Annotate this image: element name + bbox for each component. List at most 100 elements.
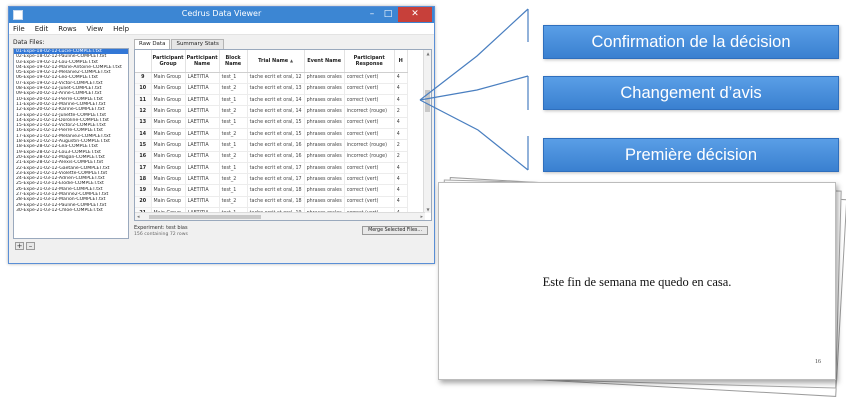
table-row[interactable]: 18 Main Group LAETITIA test_2 tache ecrit et… — [135, 173, 408, 186]
table-row[interactable]: 19 Main Group LAETITIA test_1 tache ecrit et… — [135, 184, 408, 197]
close-button[interactable]: ✕ — [398, 7, 432, 22]
table-cell: Main Group — [151, 105, 186, 118]
vertical-scrollbar[interactable]: ▲ ▼ — [423, 50, 431, 213]
column-header[interactable]: Trial Name ▲ — [247, 50, 305, 73]
table-cell: phrases orales — [304, 151, 345, 163]
table-cell: tache ecrit et oral, 17 — [247, 173, 305, 186]
table-cell: phrases orales — [304, 162, 345, 175]
row-number: 13 — [135, 117, 152, 129]
table-cell: tache ecrit et oral, 16 — [247, 151, 305, 163]
menu-help[interactable]: Help — [113, 23, 129, 34]
menu-bar: File Edit Rows View Help — [9, 23, 434, 35]
table-row[interactable]: 10 Main Group LAETITIA test_2 tache ecrit et… — [135, 83, 408, 96]
menu-view[interactable]: View — [87, 23, 104, 34]
table-cell: 4 — [394, 184, 408, 197]
table-cell: test_2 — [219, 151, 248, 163]
row-number: 19 — [135, 184, 152, 197]
table-cell: Main Group — [151, 139, 186, 152]
table-cell: Main Group — [151, 117, 186, 129]
table-cell: 2 — [394, 139, 408, 152]
row-number: 12 — [135, 105, 152, 118]
table-cell: test_1 — [219, 94, 248, 107]
table-row[interactable]: 9 Main Group LAETITIA test_1 tache ecrit et … — [135, 72, 408, 84]
table-cell: correct (vert) — [344, 94, 395, 107]
column-header[interactable]: Block Name — [219, 50, 248, 73]
column-header[interactable]: Participant Name — [185, 50, 220, 73]
scroll-right-icon[interactable]: ▸ — [420, 213, 423, 220]
add-file-button[interactable]: + — [15, 242, 24, 250]
table-cell: incorrect (rouge) — [344, 151, 395, 163]
tab-raw-data[interactable]: Raw Data — [134, 39, 171, 49]
minimize-button[interactable]: – — [364, 7, 380, 22]
menu-file[interactable]: File — [13, 23, 25, 34]
table-cell: correct (vert) — [344, 117, 395, 129]
table-cell: 4 — [394, 94, 408, 107]
column-header[interactable]: H — [394, 50, 408, 73]
table-row[interactable]: 14 Main Group LAETITIA test_2 tache ecrit et… — [135, 128, 408, 141]
table-cell: tache ecrit et oral, 14 — [247, 94, 305, 107]
row-number: 16 — [135, 151, 152, 163]
table-cell: phrases orales — [304, 72, 345, 84]
horizontal-scroll-thumb[interactable] — [149, 215, 261, 219]
table-cell: test_2 — [219, 196, 248, 209]
table-cell: tache ecrit et oral, 16 — [247, 139, 305, 152]
callout-line-premiere — [419, 99, 529, 171]
label-confirmation: Confirmation de la décision — [543, 25, 839, 59]
table-row[interactable]: 11 Main Group LAETITIA test_1 tache ecrit et… — [135, 94, 408, 107]
table-row[interactable]: 16 Main Group LAETITIA test_2 tache ecrit et… — [135, 151, 408, 163]
vertical-scroll-thumb[interactable] — [425, 90, 430, 112]
table-cell: test_1 — [219, 139, 248, 152]
table-cell: correct (vert) — [344, 184, 395, 197]
table-row[interactable]: 15 Main Group LAETITIA test_1 tache ecrit et… — [135, 139, 408, 152]
column-header[interactable]: Participant Response — [344, 50, 395, 73]
table-cell: correct (vert) — [344, 72, 395, 84]
file-list-item[interactable]: 30-Expe-21-03-12-Chloe-COMPLET.txt — [14, 208, 128, 213]
table-cell: LAETITIA — [185, 184, 220, 197]
merge-files-button[interactable]: Merge Selected Files... — [362, 226, 428, 235]
table-cell: tache ecrit et oral, 17 — [247, 162, 305, 175]
table-cell: phrases orales — [304, 83, 345, 96]
table-cell: Main Group — [151, 83, 186, 96]
table-row[interactable]: 20 Main Group LAETITIA test_2 tache ecrit et… — [135, 196, 408, 209]
row-number: 10 — [135, 83, 152, 96]
tab-summary-stats[interactable]: Summary Stats — [171, 39, 224, 49]
row-number: 9 — [135, 72, 152, 84]
table-cell: test_2 — [219, 173, 248, 186]
maximize-button[interactable]: □ — [380, 7, 396, 22]
table-cell: phrases orales — [304, 184, 345, 197]
scroll-down-icon[interactable]: ▼ — [424, 207, 431, 212]
table-cell: 4 — [394, 117, 408, 129]
scroll-left-icon[interactable]: ◂ — [137, 213, 140, 220]
table-cell: LAETITIA — [185, 94, 220, 107]
table-cell: phrases orales — [304, 117, 345, 129]
table-cell: 4 — [394, 83, 408, 96]
table-cell: test_1 — [219, 162, 248, 175]
horizontal-scrollbar[interactable]: ◂ ▸ — [135, 212, 425, 220]
scroll-up-icon[interactable]: ▲ — [424, 51, 431, 56]
data-files-list[interactable]: 01-Expe-18-02-12-Lucie-COMPLET.txt 02-Exp… — [13, 48, 129, 239]
table-cell: phrases orales — [304, 173, 345, 186]
column-header-label: Event Name — [307, 57, 342, 64]
table-cell: correct (vert) — [344, 173, 395, 186]
menu-rows[interactable]: Rows — [58, 23, 76, 34]
table-row[interactable]: 17 Main Group LAETITIA test_1 tache ecrit et… — [135, 162, 408, 175]
table-cell: test_1 — [219, 72, 248, 84]
title-bar[interactable]: Cedrus Data Viewer – □ ✕ — [9, 7, 434, 23]
table-cell: LAETITIA — [185, 72, 220, 84]
column-header[interactable]: Participant Group — [151, 50, 186, 73]
table-cell: LAETITIA — [185, 128, 220, 141]
row-number: 18 — [135, 173, 152, 186]
column-header[interactable]: Event Name — [304, 50, 345, 73]
sort-ascending-icon: ▲ — [289, 57, 294, 63]
table-cell: 4 — [394, 128, 408, 141]
table-cell: Main Group — [151, 173, 186, 186]
table-row[interactable]: 12 Main Group LAETITIA test_2 tache ecrit et… — [135, 105, 408, 118]
remove-file-button[interactable]: – — [26, 242, 35, 250]
table-cell: LAETITIA — [185, 139, 220, 152]
card-page-number: 16 — [815, 359, 821, 365]
table-cell: test_1 — [219, 117, 248, 129]
table-cell: tache ecrit et oral, 15 — [247, 128, 305, 141]
table-row[interactable]: 13 Main Group LAETITIA test_1 tache ecrit et… — [135, 117, 408, 129]
menu-edit[interactable]: Edit — [35, 23, 49, 34]
stimulus-sentence: Este fin de semana me quedo en casa. — [542, 275, 732, 289]
